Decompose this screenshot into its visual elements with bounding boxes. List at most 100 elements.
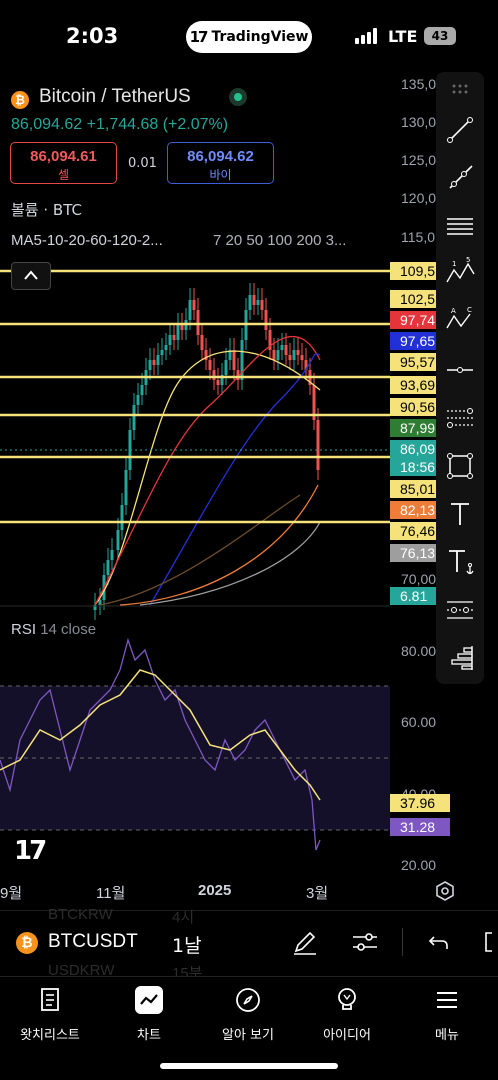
candle-body <box>256 300 260 305</box>
rsi-panel <box>0 637 390 851</box>
candle-body <box>288 355 292 360</box>
rsi-axis-tick: 20.00 <box>401 857 437 873</box>
volume-indicator-label[interactable]: 볼륨 · BTC <box>11 199 82 220</box>
candle-body <box>212 370 216 380</box>
candle-body <box>276 350 280 360</box>
horizontal-line-icon[interactable] <box>444 354 476 386</box>
volume-profile-icon[interactable] <box>444 642 476 674</box>
drawing-pen-icon[interactable] <box>290 927 320 957</box>
time-axis-tick: 11월 <box>96 885 126 902</box>
rsi-axis-tick: 60.00 <box>401 714 437 730</box>
drag-handle-icon[interactable] <box>444 80 476 100</box>
svg-text:1: 1 <box>452 260 456 268</box>
symbol-title[interactable]: Bitcoin / TetherUS <box>39 86 191 108</box>
candle-body <box>248 295 252 310</box>
toolbar-divider <box>402 928 403 956</box>
price-axis-tick: 130,0 <box>401 114 437 130</box>
chart-icon <box>135 986 163 1014</box>
candle-body <box>260 300 264 310</box>
candle-body <box>164 345 168 350</box>
tradingview-logo-icon: 17 <box>189 28 209 46</box>
candle-body <box>156 355 160 365</box>
candle-body <box>200 335 204 350</box>
candlesticks <box>93 283 320 620</box>
tradingview-pill-label: TradingView <box>211 29 309 45</box>
tab-watchlist[interactable]: 왓치리스트 <box>5 986 95 1043</box>
price-axis-tick: 70,00 <box>401 571 437 587</box>
price-axis-tick: 125,0 <box>401 152 437 168</box>
tab-ideas[interactable]: 아이디어 <box>302 986 392 1043</box>
home-indicator <box>160 1063 338 1069</box>
rsi-name: RSI <box>11 621 37 638</box>
candle-body <box>316 420 320 470</box>
tradingview-pill[interactable]: 17 TradingView <box>186 21 312 53</box>
svg-text:5: 5 <box>466 256 470 264</box>
fib-retracement-icon[interactable] <box>444 402 476 434</box>
candle-body <box>140 385 144 395</box>
last-price-change: 86,094.62 +1,744.68 (+2.07%) <box>11 116 229 133</box>
candle-body <box>168 335 172 345</box>
candle-body <box>136 395 140 405</box>
candle-body <box>148 360 152 370</box>
candle-body <box>152 360 156 365</box>
candle-body <box>224 360 228 375</box>
undo-icon[interactable] <box>422 927 452 957</box>
candle-body <box>300 355 304 360</box>
symbol-search-button[interactable]: BTCUSDT <box>48 931 138 953</box>
drawing-toolbar: 15 AC <box>436 72 484 684</box>
tab-label: 차트 <box>137 1028 161 1043</box>
battery-icon: 43 <box>424 27 456 45</box>
tab-label: 왓치리스트 <box>20 1028 80 1043</box>
price-axis-tick: 120,0 <box>401 190 437 206</box>
rsi-params: 14 close <box>40 621 97 638</box>
candle-body <box>280 345 284 350</box>
elliott-wave-icon[interactable]: 15 <box>444 256 476 288</box>
indicators-sliders-icon[interactable] <box>350 927 380 957</box>
interval-button[interactable]: 1날 <box>172 931 202 958</box>
ghost-symbol-top: BTCKRW <box>48 906 113 923</box>
status-time: 2:03 <box>66 24 119 48</box>
time-axis-tick: 9월 <box>0 885 23 902</box>
ma-line <box>149 353 321 606</box>
candle-body <box>232 350 236 370</box>
candle-body <box>172 335 176 340</box>
buy-button[interactable]: 86,094.62 바이 <box>167 142 274 184</box>
network-type: LTE <box>388 27 418 46</box>
candle-body <box>176 325 180 340</box>
price-axis-tick: 135,0 <box>401 76 437 92</box>
sell-button[interactable]: 86,094.61 셀 <box>10 142 117 184</box>
tab-explore[interactable]: 알아 보기 <box>203 986 293 1043</box>
tab-menu[interactable]: 메뉴 <box>402 986 492 1043</box>
collapse-legend-button[interactable] <box>11 262 51 290</box>
candle-body <box>284 345 288 355</box>
candle-body <box>120 505 124 530</box>
bitcoin-icon: ₿ <box>16 932 38 954</box>
rsi-axis-tick: 80.00 <box>401 643 437 659</box>
rectangle-icon[interactable] <box>444 450 476 482</box>
spread-value: 0.01 <box>128 156 157 171</box>
ma-indicator-label[interactable]: MA5-10-20-60-120-2... <box>11 232 163 249</box>
candle-body <box>180 325 184 330</box>
bitcoin-icon: ₿ <box>11 91 29 109</box>
chart-settings-icon[interactable] <box>434 880 456 902</box>
ma-line <box>139 521 321 606</box>
rsi-ma-value-label: 37.96 <box>390 794 450 812</box>
tab-label: 알아 보기 <box>222 1028 274 1043</box>
trend-line-icon[interactable] <box>444 114 476 146</box>
candle-body <box>132 405 136 430</box>
fib-channel-icon[interactable] <box>444 594 476 626</box>
anchored-text-icon[interactable] <box>444 546 476 578</box>
parallel-channel-icon[interactable] <box>444 210 476 242</box>
candle-body <box>196 310 200 335</box>
candle-body <box>252 295 256 305</box>
abcd-pattern-icon[interactable]: AC <box>444 304 476 336</box>
ghost-interval-top: 4시 <box>172 909 195 926</box>
text-icon[interactable] <box>444 498 476 530</box>
candle-body <box>216 380 220 385</box>
ray-line-icon[interactable] <box>444 162 476 194</box>
fullscreen-icon[interactable] <box>478 927 498 957</box>
candle-body <box>188 300 192 320</box>
rsi-indicator-label[interactable]: RSI 14 close <box>11 621 96 638</box>
candle-body <box>116 530 120 550</box>
tab-chart[interactable]: 차트 <box>104 986 194 1043</box>
